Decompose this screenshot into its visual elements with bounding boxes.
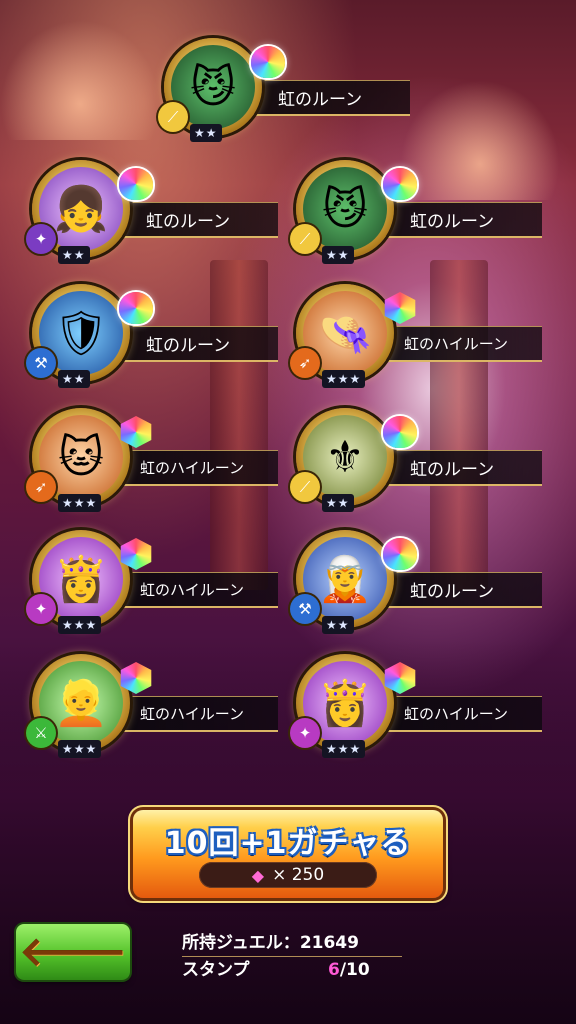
rarity-stars: ★★★	[322, 370, 366, 388]
result-entry[interactable]: 虹のハイルーン 👒 ➶ ★★★	[290, 284, 546, 394]
rune-gem-shape	[119, 168, 153, 200]
jewel-value: 21649	[299, 933, 359, 953]
slash-icon: ⟋	[290, 472, 320, 502]
rainbow-high-rune-icon	[116, 658, 156, 698]
rune-gem-shape	[120, 662, 152, 694]
rune-gem-shape	[383, 168, 417, 200]
back-button[interactable]: 🡐	[16, 924, 130, 980]
rarity-stars: ★★	[58, 370, 90, 388]
lamp-glow-left	[0, 20, 160, 140]
rune-gem-shape	[384, 292, 416, 324]
stamp-label: スタンプ	[182, 960, 250, 980]
gacha-cost-value: × 250	[272, 865, 325, 885]
result-entry[interactable]: 虹のルーン ⚜ ⟋ ★★	[290, 408, 546, 518]
result-entry[interactable]: 虹のルーン 👧 ✦ ★★	[26, 160, 282, 270]
rune-gem-shape	[383, 416, 417, 448]
rune-gem-shape	[383, 538, 417, 570]
result-entry[interactable]: 虹のルーン 😼 ⟋ ★★	[158, 38, 414, 148]
gem-icon: ◆	[251, 865, 265, 885]
jewel-row: 所持ジュエル：21649	[182, 930, 402, 957]
result-entry[interactable]: 虹のルーン 🧝 ⚒ ★★	[290, 530, 546, 640]
rarity-stars: ★★★	[58, 740, 102, 758]
staff-icon: ✦	[26, 594, 56, 624]
axe-icon: ⚒	[290, 594, 320, 624]
rarity-stars: ★★	[322, 494, 354, 512]
rune-gem-shape	[119, 292, 153, 324]
bow-icon: ➶	[26, 472, 56, 502]
axe-icon: ⚒	[26, 348, 56, 378]
rune-gem-shape	[120, 538, 152, 570]
slash-icon: ⟋	[290, 224, 320, 254]
rainbow-rune-icon	[116, 164, 156, 204]
staff-icon: ✦	[290, 718, 320, 748]
result-entry[interactable]: 虹のハイルーン 👱 ⚔ ★★★	[26, 654, 282, 764]
stamp-current: 6	[328, 960, 340, 980]
rainbow-rune-icon	[380, 534, 420, 574]
left-arrow-icon: 🡐	[19, 929, 127, 975]
rainbow-high-rune-icon	[380, 658, 420, 698]
rainbow-high-rune-icon	[116, 412, 156, 452]
rainbow-rune-icon	[248, 42, 288, 82]
rainbow-rune-icon	[380, 412, 420, 452]
rarity-stars: ★★	[190, 124, 222, 142]
result-entry[interactable]: 虹のハイルーン 🐱 ➶ ★★★	[26, 408, 282, 518]
rune-gem-shape	[120, 416, 152, 448]
sword-icon: ⚔	[26, 718, 56, 748]
rarity-stars: ★★	[58, 246, 90, 264]
rarity-stars: ★★	[322, 616, 354, 634]
bow-icon: ➶	[290, 348, 320, 378]
jewel-label: 所持ジュエル：	[182, 933, 300, 953]
stamp-total: /10	[339, 960, 370, 980]
rarity-stars: ★★★	[58, 494, 102, 512]
wallet-info: 所持ジュエル：21649 スタンプ 6/10	[182, 930, 402, 983]
gacha-10plus1-button[interactable]: 10回+1ガチャる ◆ × 250	[133, 810, 443, 898]
result-entry[interactable]: 虹のハイルーン 👸 ✦ ★★★	[26, 530, 282, 640]
rune-gem-shape	[251, 46, 285, 78]
rainbow-rune-icon	[116, 288, 156, 328]
staff-icon: ✦	[26, 224, 56, 254]
gacha-cost: ◆ × 250	[199, 862, 377, 888]
result-entry[interactable]: 虹のルーン 😼 ⟋ ★★	[290, 160, 546, 270]
stamp-row: スタンプ 6/10	[182, 957, 402, 983]
rarity-stars: ★★★	[322, 740, 366, 758]
slash-icon: ⟋	[158, 102, 188, 132]
rarity-stars: ★★★	[58, 616, 102, 634]
rainbow-rune-icon	[380, 164, 420, 204]
result-entry[interactable]: 虹のハイルーン 👸 ✦ ★★★	[290, 654, 546, 764]
rainbow-high-rune-icon	[380, 288, 420, 328]
rarity-stars: ★★	[322, 246, 354, 264]
rainbow-high-rune-icon	[116, 534, 156, 574]
rune-gem-shape	[384, 662, 416, 694]
result-entry[interactable]: 虹のルーン 🛡 ⚒ ★★	[26, 284, 282, 394]
gacha-button-title: 10回+1ガチャる	[164, 826, 412, 861]
